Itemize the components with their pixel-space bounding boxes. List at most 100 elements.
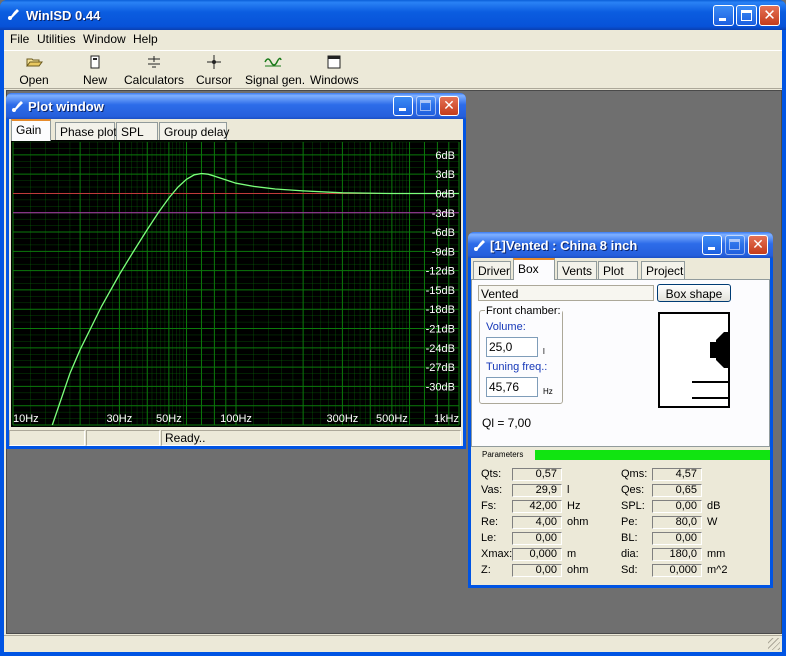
tab-box[interactable]: Box bbox=[513, 258, 555, 280]
param-label-bl: BL: bbox=[621, 532, 638, 544]
tab-plot[interactable]: Plot bbox=[598, 261, 638, 280]
open-label: Open bbox=[19, 73, 49, 87]
y-tick-label: -30dB bbox=[426, 381, 455, 393]
close-icon: ✕ bbox=[752, 237, 764, 253]
param-label-re: Re: bbox=[481, 516, 499, 528]
box-close-button[interactable]: ✕ bbox=[748, 235, 768, 255]
x-tick-label: 10Hz bbox=[13, 413, 39, 425]
new-document-icon bbox=[90, 55, 100, 69]
menu-file[interactable]: File bbox=[10, 32, 29, 46]
param-unit-spl: dB bbox=[707, 500, 721, 512]
param-value-qms: 4,57 bbox=[652, 468, 702, 481]
box-window-body: Driver Box Vents Plot Project Vented Box… bbox=[471, 258, 770, 585]
maximize-button[interactable] bbox=[736, 5, 757, 26]
y-tick-label: -18dB bbox=[426, 304, 455, 316]
param-label-le: Le: bbox=[481, 532, 497, 544]
param-unit-re: ohm bbox=[567, 516, 589, 528]
tab-group-delay[interactable]: Group delay bbox=[159, 122, 229, 141]
new-button[interactable]: New bbox=[78, 54, 112, 88]
param-value-re: 4,00 bbox=[512, 516, 562, 529]
gain-curve bbox=[51, 172, 459, 426]
plot-minimize-button[interactable] bbox=[393, 96, 413, 116]
param-value-dia: 180,0 bbox=[652, 548, 702, 561]
box-type-select[interactable]: Vented bbox=[478, 285, 654, 301]
y-tick-label: -6dB bbox=[432, 227, 455, 239]
x-tick-label: 300Hz bbox=[326, 413, 358, 425]
title-bar[interactable]: WinISD 0.44 ✕ bbox=[0, 0, 786, 30]
calculators-button[interactable]: Calculators bbox=[124, 54, 184, 88]
plot-window-title-bar[interactable]: Plot window ✕ bbox=[6, 93, 466, 119]
plot-maximize-button bbox=[416, 96, 436, 116]
plot-window: Plot window ✕ Gain Phase plot SPL Group … bbox=[6, 93, 466, 449]
box-tabs: Driver Box Vents Plot Project bbox=[471, 258, 770, 280]
param-label-qts: Qts: bbox=[481, 468, 502, 480]
tab-project[interactable]: Project bbox=[641, 261, 685, 280]
param-unit-xmax: m bbox=[567, 548, 577, 560]
y-tick-label: 3dB bbox=[435, 169, 455, 181]
plot-status-cell-2 bbox=[86, 430, 160, 446]
param-label-dia: dia: bbox=[621, 548, 639, 560]
gain-plot[interactable]: 6dB 3dB 0dB -3dB -6dB -9dB -12dB -15dB -18dB -21d… bbox=[11, 140, 461, 427]
box-minimize-button[interactable] bbox=[702, 235, 722, 255]
tab-gain[interactable]: Gain bbox=[11, 119, 51, 141]
windows-button[interactable]: Windows bbox=[310, 54, 359, 88]
tab-vents[interactable]: Vents bbox=[557, 261, 597, 280]
param-unit-z: ohm bbox=[567, 564, 589, 576]
minimize-icon bbox=[719, 18, 726, 21]
speaker-app-icon bbox=[474, 240, 485, 251]
menu-help[interactable]: Help bbox=[133, 32, 158, 46]
y-tick-label: -21dB bbox=[426, 324, 455, 336]
maximize-icon bbox=[741, 10, 752, 21]
maximize-icon bbox=[729, 239, 740, 250]
x-tick-label: 1kHz bbox=[434, 413, 459, 425]
param-value-pe: 80,0 bbox=[652, 516, 702, 529]
gain-chart: 6dB 3dB 0dB -3dB -6dB -9dB -12dB -15dB -18dB -21d… bbox=[12, 141, 460, 426]
tuning-freq-input[interactable]: 45,76 bbox=[486, 377, 538, 397]
menu-window[interactable]: Window bbox=[83, 32, 126, 46]
status-bar bbox=[4, 635, 782, 652]
box-window-title-bar[interactable]: [1]Vented : China 8 inch ✕ bbox=[468, 232, 773, 258]
parameters-grid: Qts: 0,57 Vas: 29,9 l Fs: 42,00 Hz Re: 4… bbox=[471, 463, 770, 583]
y-tick-label: -9dB bbox=[432, 246, 455, 258]
speaker-app-icon bbox=[12, 101, 23, 112]
menu-bar: File Utilities Window Help bbox=[4, 30, 782, 49]
parameters-label: Parameters bbox=[482, 450, 524, 459]
menu-utilities[interactable]: Utilities bbox=[37, 32, 76, 46]
param-label-xmax: Xmax: bbox=[481, 548, 513, 560]
param-unit-sd: m^2 bbox=[707, 564, 728, 576]
param-value-z: 0,00 bbox=[512, 564, 562, 577]
param-value-le: 0,00 bbox=[512, 532, 562, 545]
param-label-spl: SPL: bbox=[621, 500, 645, 512]
minimize-button[interactable] bbox=[713, 5, 734, 26]
y-tick-label: -3dB bbox=[432, 208, 455, 220]
open-button[interactable]: Open bbox=[16, 54, 52, 88]
window-title: WinISD 0.44 bbox=[26, 8, 101, 23]
param-value-xmax: 0,000 bbox=[512, 548, 562, 561]
signal-gen-button[interactable]: Signal gen. bbox=[245, 54, 305, 88]
cursor-button[interactable]: Cursor bbox=[196, 54, 232, 88]
parameters-bar: Parameters bbox=[471, 449, 770, 461]
x-tick-label: 30Hz bbox=[107, 413, 133, 425]
param-label-qes: Qes: bbox=[621, 484, 645, 496]
tab-driver[interactable]: Driver bbox=[473, 261, 511, 280]
close-icon: ✕ bbox=[443, 98, 455, 114]
parameters-progress-fill bbox=[535, 450, 770, 460]
plot-close-button[interactable]: ✕ bbox=[439, 96, 459, 116]
close-button[interactable]: ✕ bbox=[759, 5, 780, 26]
tuning-freq-label: Tuning freq.: bbox=[486, 361, 548, 373]
box-window: [1]Vented : China 8 inch ✕ Driver Box Ve… bbox=[468, 232, 773, 588]
tuning-freq-unit: Hz bbox=[543, 387, 553, 396]
box-maximize-button bbox=[725, 235, 745, 255]
tab-phase-plot[interactable]: Phase plot bbox=[55, 122, 117, 141]
speaker-app-icon bbox=[8, 9, 19, 20]
box-shape-button[interactable]: Box shape bbox=[657, 284, 731, 302]
resize-grip-icon[interactable] bbox=[768, 638, 780, 650]
minimize-icon bbox=[399, 108, 406, 111]
parameters-progress-track bbox=[535, 450, 770, 460]
param-value-sd: 0,000 bbox=[652, 564, 702, 577]
volume-unit: l bbox=[543, 347, 545, 356]
y-tick-label: 6dB bbox=[435, 150, 455, 162]
calculator-icon bbox=[148, 56, 160, 68]
volume-input[interactable]: 25,0 bbox=[486, 337, 538, 357]
tab-spl[interactable]: SPL bbox=[116, 122, 158, 141]
